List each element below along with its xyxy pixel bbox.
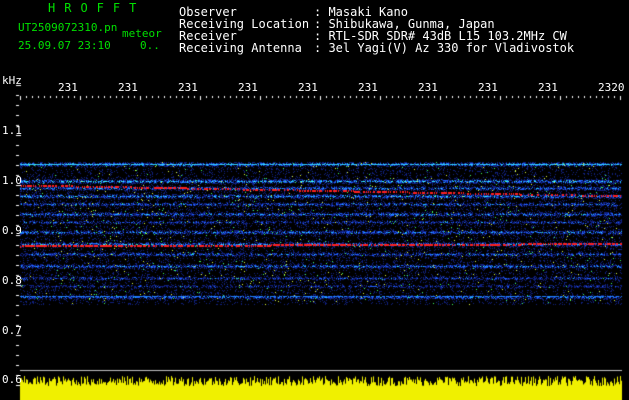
- time-tick: 231: [118, 81, 138, 94]
- time-tick: 231: [58, 81, 78, 94]
- time-tick: 2320: [598, 81, 625, 94]
- freq-tick: 1.0: [2, 174, 22, 187]
- freq-tick: 0.9: [2, 224, 22, 237]
- hrofft-window: HROFFT UT2509072310.pn meteor 25.09.07 2…: [0, 0, 629, 400]
- image-filename: UT2509072310.pn: [18, 21, 118, 34]
- time-tick: 231: [238, 81, 258, 94]
- khz-axis-label: kHz: [2, 74, 22, 87]
- spectrogram-canvas: [0, 0, 629, 400]
- time-tick: 231: [418, 81, 438, 94]
- time-tick: 231: [298, 81, 318, 94]
- time-tick: 231: [538, 81, 558, 94]
- time-tick: 231: [178, 81, 198, 94]
- label-antenna: Receiving Antenna: [179, 41, 302, 55]
- app-brand: HROFFT: [48, 1, 146, 15]
- time-tick: 231: [478, 81, 498, 94]
- freq-tick: 0.8: [2, 274, 22, 287]
- freq-tick: 0.7: [2, 324, 22, 337]
- time-tick: 231: [358, 81, 378, 94]
- timestamp: 25.09.07 23:10: [18, 39, 111, 52]
- value-antenna: : 3el Yagi(V) Az 330 for Vladivostok: [314, 41, 575, 55]
- freq-tick: 0.6: [2, 373, 22, 386]
- freq-tick: 1.1: [2, 124, 22, 137]
- counter: 0..: [140, 39, 160, 52]
